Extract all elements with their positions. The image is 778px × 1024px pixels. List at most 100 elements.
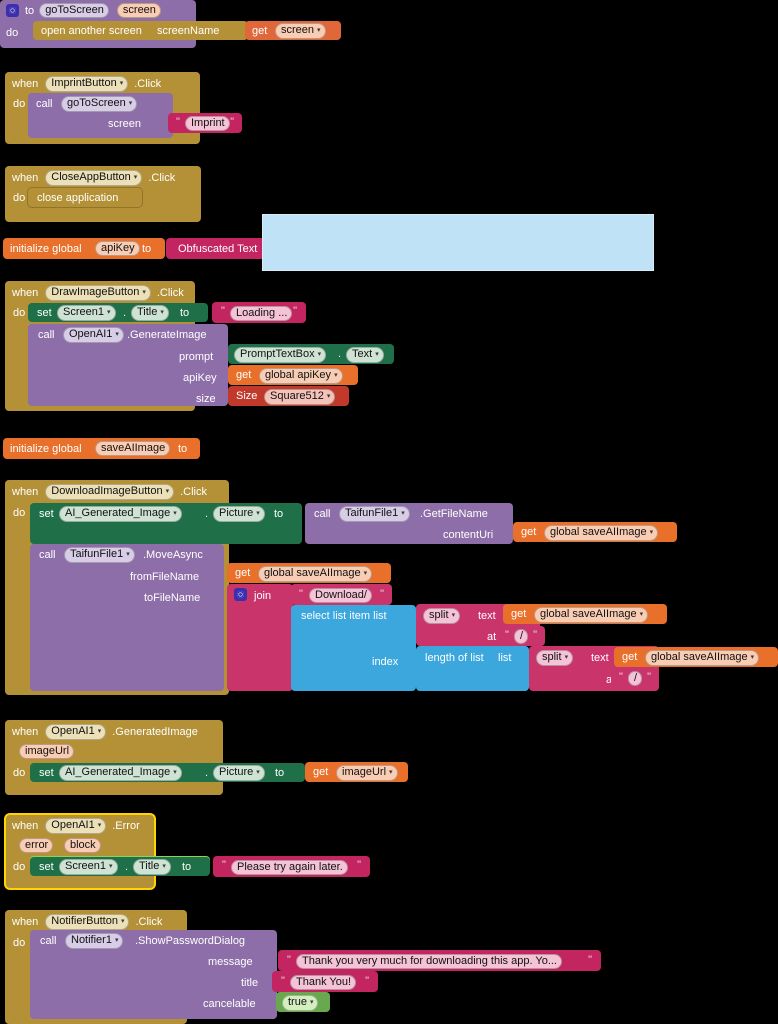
chevron-down-icon[interactable]: ▾ <box>162 860 166 873</box>
component-selector[interactable]: OpenAI1 ▾ <box>45 818 107 834</box>
procedure-param-screen[interactable]: screen <box>116 3 161 18</box>
call-openai1-generateimage-block[interactable]: call OpenAI1 ▾ .GenerateImage prompt apiK… <box>28 324 228 406</box>
event-param-error[interactable]: error <box>19 838 54 853</box>
chevron-down-icon[interactable]: ▾ <box>142 286 146 299</box>
text-field[interactable]: / <box>514 629 529 644</box>
obfuscated-text-block[interactable]: Obfuscated Text <box>166 238 276 259</box>
get-variable-field[interactable]: global saveAIImage ▾ <box>258 566 373 582</box>
text-block-error-message[interactable]: " Please try again later. " <box>213 856 370 877</box>
global-name-field[interactable]: apiKey <box>95 241 140 256</box>
open-another-screen-block[interactable]: open another screen screenName <box>33 21 248 40</box>
chevron-down-icon[interactable]: ▾ <box>173 507 177 520</box>
text-field[interactable]: Thank You! <box>290 975 357 990</box>
component-selector[interactable]: DrawImageButton ▾ <box>45 285 151 301</box>
chevron-down-icon[interactable]: ▾ <box>160 306 164 319</box>
set-ai-generated-image-picture-block-2[interactable]: set AI_Generated_Image ▾ . Picture ▾ to <box>30 763 305 782</box>
call-taifunfile1-getfilename-block[interactable]: call TaifunFile1 ▾ .GetFileName contentUr… <box>305 503 513 544</box>
procedure-name-field[interactable]: goToScreen <box>39 3 109 18</box>
chevron-down-icon[interactable]: ▾ <box>107 306 111 319</box>
get-variable-field[interactable]: global saveAIImage ▾ <box>534 607 649 623</box>
join-block[interactable]: join <box>227 584 293 691</box>
size-value-field[interactable]: Square512 ▾ <box>264 389 336 405</box>
get-variable-field[interactable]: screen ▾ <box>275 23 326 39</box>
call-taifunfile1-moveasync-block[interactable]: call TaifunFile1 ▾ .MoveAsync fromFileNam… <box>30 544 224 691</box>
chevron-down-icon[interactable]: ▾ <box>134 171 138 184</box>
chevron-down-icon[interactable]: ▾ <box>256 766 260 779</box>
chevron-down-icon[interactable]: ▾ <box>121 915 125 928</box>
text-block-loading[interactable]: " Loading ... " <box>212 302 306 323</box>
call-component-selector[interactable]: TaifunFile1 ▾ <box>339 506 410 522</box>
chevron-down-icon[interactable]: ▾ <box>166 485 170 498</box>
call-notifier1-showpassworddialog-block[interactable]: call Notifier1 ▾ .ShowPasswordDialog mess… <box>30 930 277 1019</box>
set-screen1-title-block[interactable]: set Screen1 ▾ . Title ▾ to <box>28 303 208 322</box>
text-field[interactable]: Thank you very much for downloading this… <box>296 954 562 969</box>
call-gotoscreen-block[interactable]: call goToScreen ▾ screen <box>28 93 173 138</box>
text-field[interactable]: Imprint <box>185 116 230 131</box>
component-selector[interactable]: CloseAppButton ▾ <box>45 170 143 186</box>
text-block-thankyou-title[interactable]: " Thank You! " <box>272 971 378 992</box>
set-property-selector[interactable]: Title ▾ <box>133 859 171 875</box>
get-imageurl-block[interactable]: get imageUrl ▾ <box>305 762 408 782</box>
set-component-selector[interactable]: AI_Generated_Image ▾ <box>59 765 182 781</box>
get-global-saveaiimage-split2-block[interactable]: get global saveAIImage ▾ <box>614 647 778 667</box>
text-field[interactable]: Loading ... <box>230 306 293 321</box>
call-component-selector[interactable]: OpenAI1 ▾ <box>63 327 124 343</box>
length-of-list-block[interactable]: length of list list <box>416 646 529 691</box>
chevron-down-icon[interactable]: ▾ <box>401 507 405 520</box>
set-property-selector[interactable]: Picture ▾ <box>213 765 265 781</box>
chevron-down-icon[interactable]: ▾ <box>173 766 177 779</box>
call-component-selector[interactable]: TaifunFile1 ▾ <box>64 547 135 563</box>
event-openai1-error[interactable]: when OpenAI1 ▾ .Error error block do <box>4 813 156 890</box>
text-field[interactable]: Download/ <box>309 588 372 603</box>
chevron-down-icon[interactable]: ▾ <box>565 651 569 664</box>
component-selector[interactable]: PromptTextBox ▾ <box>234 347 327 363</box>
global-name-field[interactable]: saveAIImage <box>95 441 171 456</box>
chevron-down-icon[interactable]: ▾ <box>256 507 260 520</box>
chevron-down-icon[interactable]: ▾ <box>364 567 368 580</box>
text-block-slash-2[interactable]: " / " <box>611 668 659 688</box>
event-openai1-generatedimage[interactable]: when OpenAI1 ▾ .GeneratedImage imageUrl d… <box>5 720 223 795</box>
chevron-down-icon[interactable]: ▾ <box>129 97 133 110</box>
text-block-slash-1[interactable]: " / " <box>497 626 545 646</box>
get-variable-field[interactable]: global saveAIImage ▾ <box>544 525 659 541</box>
split-mode-selector[interactable]: split ▾ <box>536 650 574 666</box>
get-global-saveaiimage-contenturi-block[interactable]: get global saveAIImage ▾ <box>513 522 677 542</box>
logic-true-block[interactable]: true ▾ <box>276 992 330 1012</box>
set-component-selector[interactable]: Screen1 ▾ <box>57 305 116 321</box>
chevron-down-icon[interactable]: ▾ <box>327 390 331 403</box>
get-variable-field[interactable]: global saveAIImage ▾ <box>645 650 760 666</box>
global-declaration-saveaiimage[interactable]: initialize global saveAIImage to <box>3 438 200 459</box>
event-param-imageurl[interactable]: imageUrl <box>19 744 75 759</box>
blocks-workspace[interactable]: to goToScreen screen do open another scr… <box>0 0 778 1024</box>
procedure-selector[interactable]: goToScreen ▾ <box>61 96 138 112</box>
set-component-selector[interactable]: AI_Generated_Image ▾ <box>59 506 182 522</box>
chevron-down-icon[interactable]: ▾ <box>120 77 124 90</box>
get-variable-field[interactable]: imageUrl ▾ <box>336 765 398 781</box>
component-selector[interactable]: OpenAI1 ▾ <box>45 724 107 740</box>
boolean-selector[interactable]: true ▾ <box>282 995 319 1011</box>
set-property-selector[interactable]: Title ▾ <box>131 305 169 321</box>
chevron-down-icon[interactable]: ▾ <box>310 996 314 1009</box>
split-mode-selector[interactable]: split ▾ <box>423 608 461 624</box>
set-screen1-title-error-block[interactable]: set Screen1 ▾ . Title ▾ to <box>30 857 210 876</box>
get-screen-block[interactable]: get screen ▾ <box>245 21 341 40</box>
chevron-down-icon[interactable]: ▾ <box>98 819 102 832</box>
get-global-apikey-block[interactable]: get global apiKey ▾ <box>228 365 358 385</box>
set-component-selector[interactable]: Screen1 ▾ <box>59 859 118 875</box>
chevron-down-icon[interactable]: ▾ <box>115 934 119 947</box>
global-declaration-apikey[interactable]: initialize global apiKey to <box>3 238 165 259</box>
get-variable-field[interactable]: global apiKey ▾ <box>259 368 343 384</box>
get-prompttextbox-text-block[interactable]: PromptTextBox ▾ . Text ▾ <box>228 344 394 364</box>
chevron-down-icon[interactable]: ▾ <box>318 348 322 361</box>
event-param-block[interactable]: block <box>64 838 101 853</box>
helper-size-block[interactable]: Size Square512 ▾ <box>228 386 349 406</box>
chevron-down-icon[interactable]: ▾ <box>640 608 644 621</box>
component-selector[interactable]: DownloadImageButton ▾ <box>45 484 175 500</box>
chevron-down-icon[interactable]: ▾ <box>109 860 113 873</box>
chevron-down-icon[interactable]: ▾ <box>126 548 130 561</box>
text-block-download-path[interactable]: " Download/ " <box>291 584 392 605</box>
gear-icon[interactable] <box>6 4 19 17</box>
select-list-item-block[interactable]: select list item list index <box>291 605 416 691</box>
component-selector[interactable]: NotifierButton ▾ <box>45 914 130 930</box>
chevron-down-icon[interactable]: ▾ <box>98 725 102 738</box>
